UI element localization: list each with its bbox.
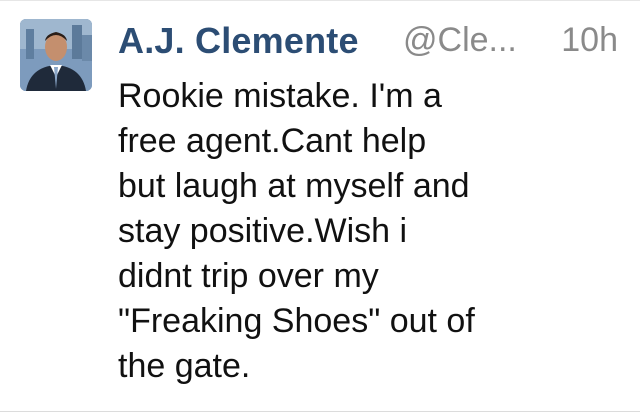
tweet-text-line: "Freaking Shoes" out of (118, 302, 475, 340)
timestamp: 10h (561, 21, 618, 59)
user-handle[interactable]: @Cle... (403, 21, 517, 60)
tweet-text-line: didnt trip over my (118, 257, 379, 295)
tweet-card[interactable]: A.J. Clemente @Cle... 10h Rookie mistake… (0, 0, 640, 412)
tweet-text: Rookie mistake. I'm a free agent.Cant he… (118, 74, 588, 389)
tweet-text-line: stay positive.Wish i (118, 212, 408, 250)
avatar[interactable] (20, 19, 92, 91)
tweet-text-line: but laugh at myself and (118, 167, 470, 205)
display-name[interactable]: A.J. Clemente (118, 20, 359, 62)
tweet-text-line: free agent.Cant help (118, 122, 427, 160)
avatar-photo-icon (20, 19, 92, 91)
tweet-text-line: Rookie mistake. I'm a (118, 77, 442, 115)
tweet-text-line: the gate. (118, 347, 251, 385)
tweet-header: A.J. Clemente @Cle... 10h (118, 20, 618, 64)
